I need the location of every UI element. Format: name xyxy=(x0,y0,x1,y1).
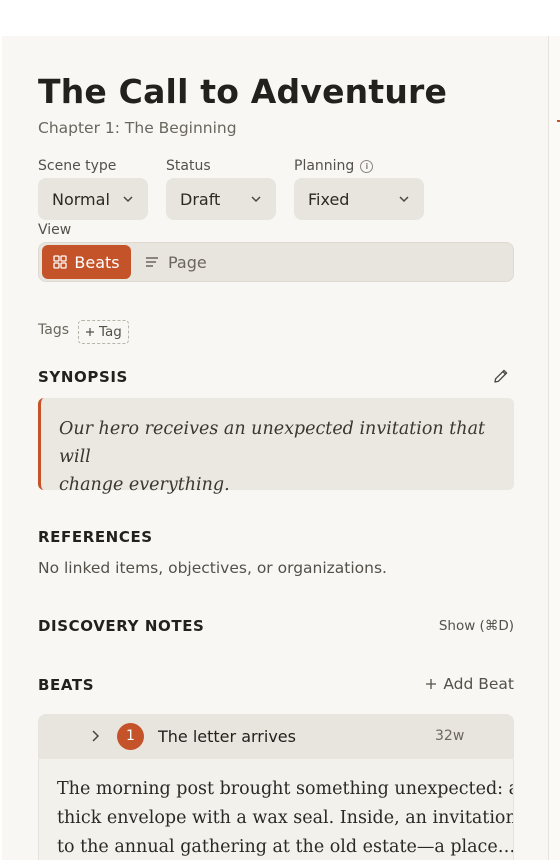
scene-type-select[interactable]: Normal xyxy=(38,178,148,220)
beat-word-count: 32w xyxy=(435,728,465,744)
synopsis-heading: SYNOPSIS xyxy=(38,368,128,386)
synopsis-text: Our hero receives an unexpected invitati… xyxy=(59,415,497,499)
view-option-page[interactable]: Page xyxy=(145,245,207,279)
tags-label: Tags xyxy=(38,322,69,338)
lines-icon xyxy=(146,257,158,267)
synopsis-box[interactable]: Our hero receives an unexpected invitati… xyxy=(38,398,514,495)
beat-body-line: The morning post brought something unexp… xyxy=(57,779,514,799)
planning-label: Planning i xyxy=(294,158,374,174)
status-label: Status xyxy=(166,158,211,174)
beat-body[interactable]: The morning post brought something unexp… xyxy=(57,775,514,860)
scene-type-label-text: Scene type xyxy=(38,158,117,174)
add-beat-label: Add Beat xyxy=(443,675,514,693)
beat-number-badge: 1 xyxy=(117,723,144,750)
planning-label-text: Planning xyxy=(294,158,355,174)
beat-body-line: thick envelope with a wax seal. Inside, … xyxy=(57,808,514,828)
view-option-beats-label: Beats xyxy=(74,252,120,272)
grid-icon xyxy=(53,255,68,269)
chevron-right-icon[interactable] xyxy=(88,729,102,743)
info-icon[interactable]: i xyxy=(360,159,374,173)
pencil-icon[interactable] xyxy=(492,367,510,385)
planning-select[interactable]: Fixed xyxy=(294,178,424,220)
plus-icon xyxy=(426,679,437,689)
beats-heading: BEATS xyxy=(38,676,95,694)
scene-type-value: Normal xyxy=(52,189,110,209)
chevron-down-icon xyxy=(251,196,261,203)
chapter-subtitle: Chapter 1: The Beginning xyxy=(38,119,237,137)
scene-panel: The Call to Adventure Chapter 1: The Beg… xyxy=(2,36,548,860)
synopsis-line: change everything. xyxy=(59,475,230,495)
chevron-down-icon xyxy=(399,196,409,203)
status-select[interactable]: Draft xyxy=(166,178,276,220)
status-label-text: Status xyxy=(166,158,211,174)
chevron-down-icon xyxy=(123,196,133,203)
view-option-page-label: Page xyxy=(168,252,207,272)
add-beat-button[interactable]: Add Beat xyxy=(425,675,514,693)
view-toggle: Beats Page xyxy=(38,242,514,282)
beat-title[interactable]: The letter arrives xyxy=(158,727,296,746)
view-label: View xyxy=(38,222,72,238)
scene-type-label: Scene type xyxy=(38,158,116,174)
references-heading: REFERENCES xyxy=(38,528,153,546)
scene-title[interactable]: The Call to Adventure xyxy=(38,72,447,111)
add-tag-button[interactable]: Tag xyxy=(78,320,129,344)
view-option-beats[interactable]: Beats xyxy=(42,245,131,279)
plus-icon xyxy=(86,328,94,336)
beat-header[interactable]: 1 The letter arrives 32w xyxy=(39,715,513,759)
planning-value: Fixed xyxy=(308,189,350,209)
beat-body-line: to the annual gathering at the old estat… xyxy=(57,837,514,857)
show-discovery-notes-button[interactable]: Show (⌘D) xyxy=(439,618,514,634)
discovery-notes-heading: DISCOVERY NOTES xyxy=(38,617,205,635)
status-value: Draft xyxy=(180,189,221,209)
right-gutter xyxy=(549,36,560,860)
add-tag-label: Tag xyxy=(99,324,122,340)
beat-card[interactable]: 1 The letter arrives 32w The morning pos… xyxy=(38,714,514,860)
references-empty-text: No linked items, objectives, or organiza… xyxy=(38,559,387,577)
synopsis-line: Our hero receives an unexpected invitati… xyxy=(59,419,486,467)
